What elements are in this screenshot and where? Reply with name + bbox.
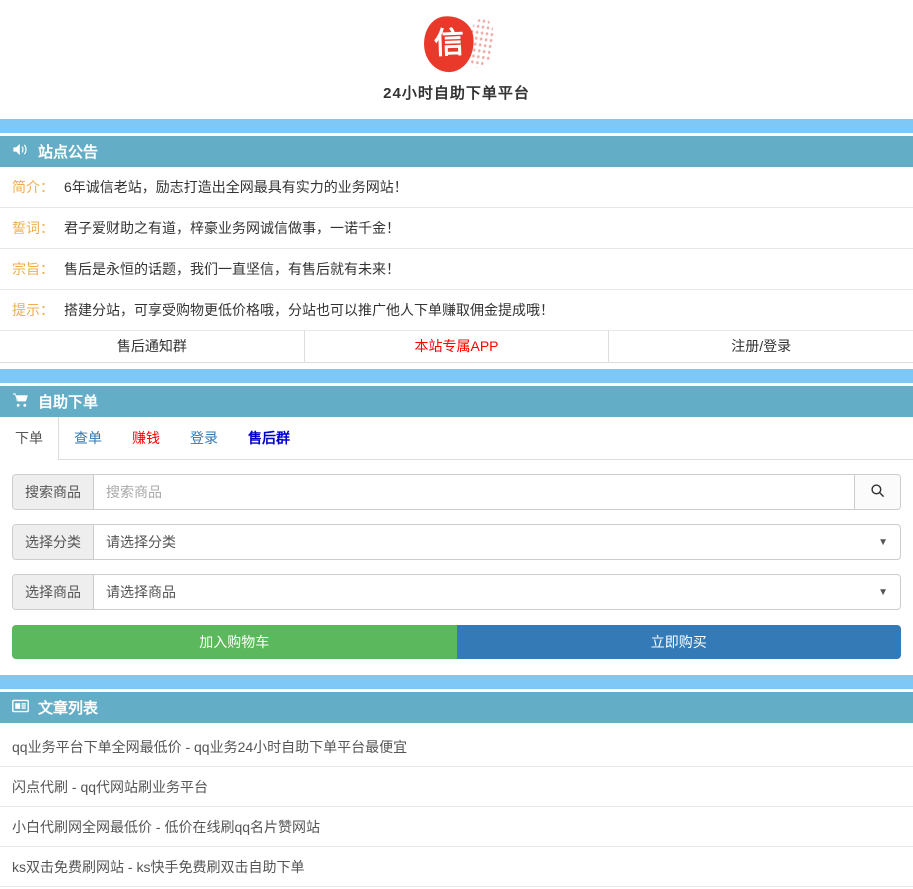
notice-row-purpose: 宗旨： 售后是永恒的话题，我们一直坚信，有售后就有未来！ (0, 249, 913, 290)
tab-check-order[interactable]: 查单 (59, 417, 117, 459)
articles-accent-strip (0, 675, 913, 689)
order-panel: 自助下单 下单 查单 赚钱 登录 售后群 搜索商品 选择分类 (0, 369, 913, 675)
notice-text: 6年诚信老站，励志打造出全网最具有实力的业务网站！ (64, 179, 408, 195)
product-select-group: 选择商品 请选择商品 ▼ (12, 574, 901, 610)
logo-stamp-texture-icon (464, 16, 498, 69)
tab-login[interactable]: 登录 (175, 417, 233, 459)
add-to-cart-button[interactable]: 加入购物车 (12, 625, 457, 659)
notice-links-row: 售后通知群 本站专属APP 注册/登录 (0, 331, 913, 363)
product-addon-label: 选择商品 (13, 575, 94, 609)
notice-accent-strip (0, 119, 913, 133)
cart-icon (12, 392, 29, 412)
articles-panel: 文章列表 qq业务平台下单全网最低价 - qq业务24小时自助下单平台最便宜 闪… (0, 675, 913, 887)
notice-row-oath: 誓词： 君子爱财助之有道，梓豪业务网诚信做事，一诺千金！ (0, 208, 913, 249)
tab-aftersale-group[interactable]: 售后群 (233, 417, 305, 459)
newspaper-icon (12, 699, 29, 717)
search-button[interactable] (854, 475, 900, 509)
order-tabs: 下单 查单 赚钱 登录 售后群 (0, 417, 913, 460)
notice-panel-header: 站点公告 (0, 136, 913, 167)
article-link[interactable]: 小白代刷网全网最低价 - 低价在线刷qq名片赞网站 (0, 807, 913, 847)
search-icon (870, 483, 886, 502)
notice-text: 君子爱财助之有道，梓豪业务网诚信做事，一诺千金！ (64, 220, 400, 236)
site-app-link[interactable]: 本站专属APP (305, 331, 610, 362)
article-link[interactable]: ks双击免费刷网站 - ks快手免费刷双击自助下单 (0, 847, 913, 887)
aftersale-group-link[interactable]: 售后通知群 (0, 331, 305, 362)
search-group: 搜索商品 (12, 474, 901, 510)
order-action-buttons: 加入购物车 立即购买 (12, 625, 901, 659)
chevron-down-icon: ▼ (878, 587, 888, 598)
notice-panel-title: 站点公告 (38, 141, 98, 162)
notice-label: 提示： (12, 302, 54, 318)
product-selected-value: 请选择商品 (106, 582, 176, 602)
order-panel-title: 自助下单 (38, 391, 98, 412)
site-header: 信 24小时自助下单平台 (0, 0, 913, 119)
notice-label: 宗旨： (12, 261, 54, 277)
category-addon-label: 选择分类 (13, 525, 94, 559)
notice-text: 搭建分站，可享受购物更低价格哦，分站也可以推广他人下单赚取佣金提成哦！ (64, 302, 554, 318)
order-panel-body: 下单 查单 赚钱 登录 售后群 搜索商品 选择分类 请选择分类 (0, 417, 913, 675)
notice-label: 简介： (12, 179, 54, 195)
notice-row-intro: 简介： 6年诚信老站，励志打造出全网最具有实力的业务网站！ (0, 167, 913, 208)
buy-now-button[interactable]: 立即购买 (457, 625, 902, 659)
order-accent-strip (0, 369, 913, 383)
speaker-icon (12, 142, 29, 161)
tab-place-order[interactable]: 下单 (0, 417, 59, 460)
site-logo: 信 (418, 12, 496, 78)
category-select-group: 选择分类 请选择分类 ▼ (12, 524, 901, 560)
articles-panel-header: 文章列表 (0, 692, 913, 723)
logo-glyph: 信 (433, 28, 464, 59)
notice-row-tip: 提示： 搭建分站，可享受购物更低价格哦，分站也可以推广他人下单赚取佣金提成哦！ (0, 290, 913, 331)
article-list: qq业务平台下单全网最低价 - qq业务24小时自助下单平台最便宜 闪点代刷 -… (0, 723, 913, 887)
tab-earn-money[interactable]: 赚钱 (117, 417, 175, 459)
search-addon-label: 搜索商品 (13, 475, 94, 509)
category-select[interactable]: 请选择分类 ▼ (94, 525, 900, 559)
article-link[interactable]: 闪点代刷 - qq代网站刷业务平台 (0, 767, 913, 807)
site-title: 24小时自助下单平台 (0, 82, 913, 103)
order-panel-header: 自助下单 (0, 386, 913, 417)
articles-panel-title: 文章列表 (38, 697, 98, 718)
search-input[interactable] (94, 475, 854, 509)
category-selected-value: 请选择分类 (106, 532, 176, 552)
notice-panel: 站点公告 简介： 6年诚信老站，励志打造出全网最具有实力的业务网站！ 誓词： 君子爱… (0, 119, 913, 363)
article-link[interactable]: qq业务平台下单全网最低价 - qq业务24小时自助下单平台最便宜 (0, 727, 913, 767)
register-login-link[interactable]: 注册/登录 (609, 331, 913, 362)
notice-text: 售后是永恒的话题，我们一直坚信，有售后就有未来！ (64, 261, 400, 277)
product-select[interactable]: 请选择商品 ▼ (94, 575, 900, 609)
chevron-down-icon: ▼ (878, 537, 888, 548)
notice-label: 誓词： (12, 220, 54, 236)
